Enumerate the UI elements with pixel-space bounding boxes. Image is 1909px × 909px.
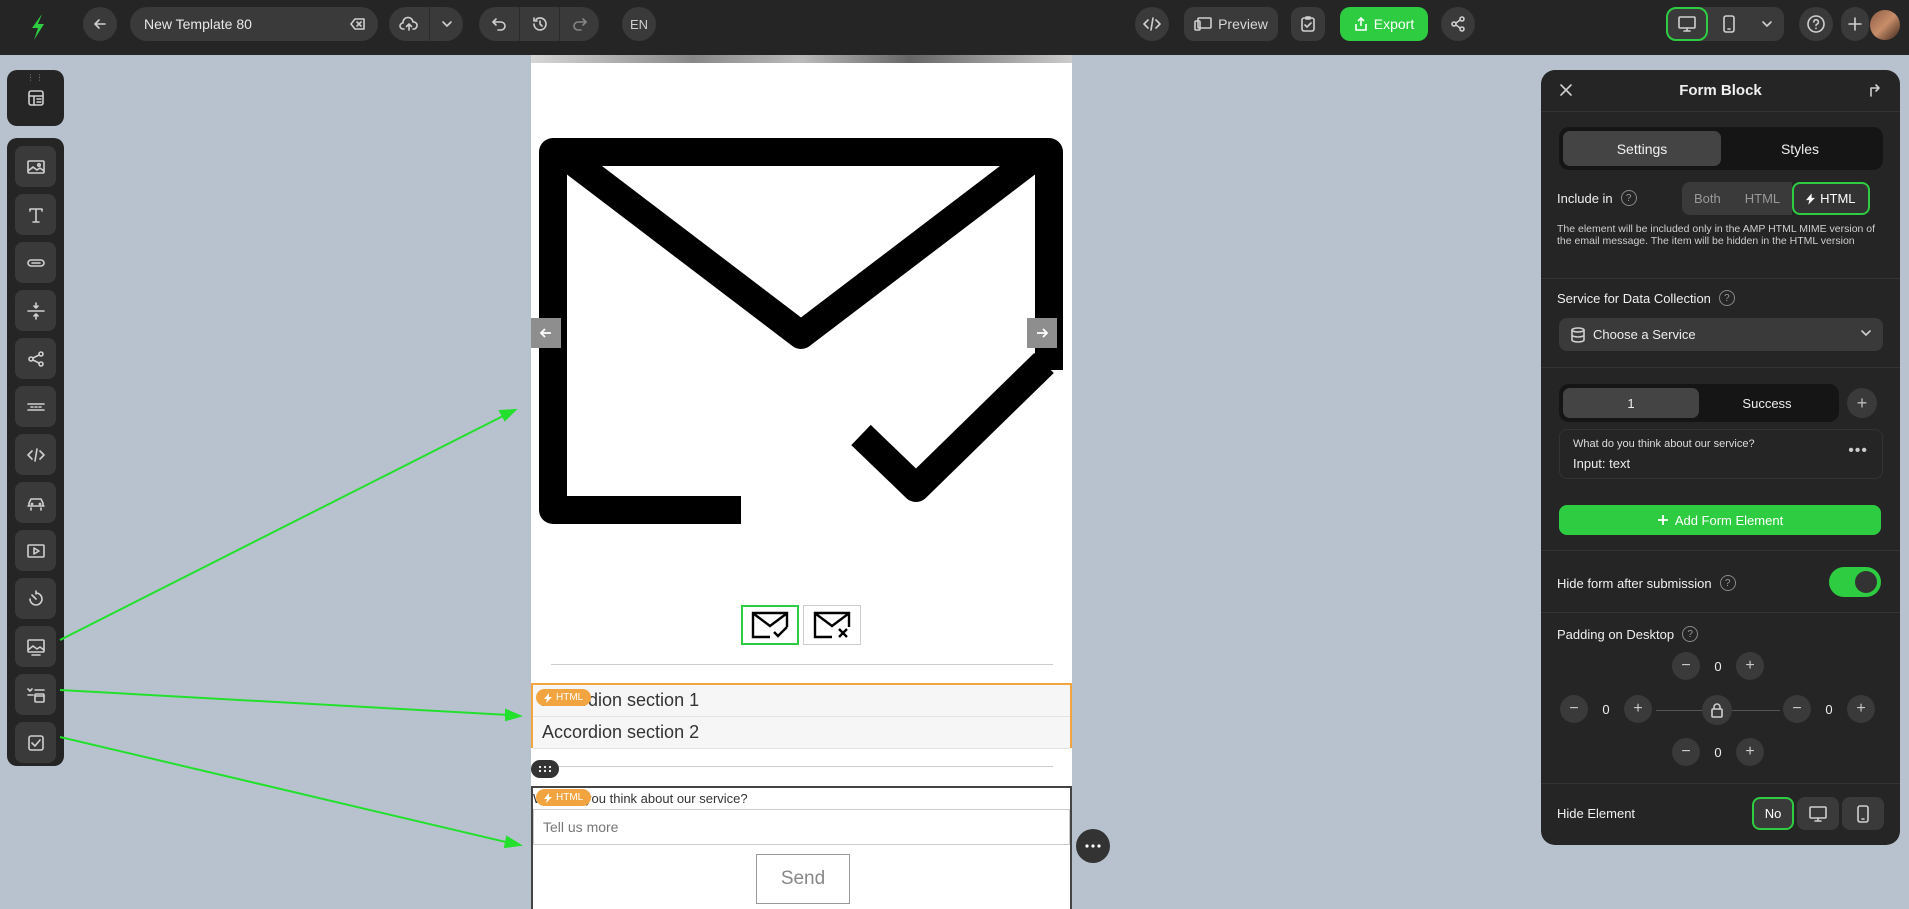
hide-no-option[interactable]: No: [1752, 797, 1794, 830]
tab-settings[interactable]: Settings: [1563, 131, 1721, 166]
lock-line: [1732, 710, 1780, 711]
decrement-button[interactable]: −: [1672, 738, 1700, 766]
tab-styles[interactable]: Styles: [1721, 131, 1879, 166]
hide-element-selector: No: [1752, 797, 1884, 830]
include-html-option[interactable]: HTML: [1732, 182, 1793, 215]
service-placeholder: Choose a Service: [1593, 327, 1696, 342]
panel-header: Form Block: [1541, 70, 1900, 112]
add-step-button[interactable]: +: [1847, 388, 1877, 418]
divider: [1541, 550, 1900, 551]
decrement-button[interactable]: −: [1783, 695, 1811, 723]
plus-icon: [1657, 515, 1668, 525]
padding-right-stepper: − 0 +: [1783, 695, 1875, 723]
padding-top-stepper: − 0 +: [1672, 652, 1764, 680]
padding-row: Padding on Desktop ?: [1557, 626, 1699, 642]
include-in-selector: Both HTML HTML: [1682, 182, 1870, 215]
hide-after-submission-toggle[interactable]: [1829, 567, 1881, 597]
padding-top-value[interactable]: 0: [1700, 659, 1736, 674]
include-both-option[interactable]: Both: [1682, 182, 1733, 215]
tab-label: Settings: [1616, 140, 1668, 157]
form-element-type: Input: text: [1573, 456, 1631, 471]
add-form-element-button[interactable]: Add Form Element: [1559, 505, 1881, 535]
tab-label: Styles: [1780, 140, 1820, 157]
lock-line: [1656, 710, 1702, 711]
service-label: Service for Data Collection: [1557, 290, 1711, 306]
padding-lock-button[interactable]: [1702, 695, 1732, 725]
option-label: HTML: [1744, 191, 1781, 206]
divider: [1541, 367, 1900, 368]
settings-panel: Form Block Settings Styles Include in ? …: [1541, 70, 1900, 845]
step-label: 1: [1627, 395, 1635, 411]
decrement-button[interactable]: −: [1560, 695, 1588, 723]
increment-button[interactable]: +: [1736, 738, 1764, 766]
panel-tabs: Settings Styles: [1559, 127, 1883, 170]
step-tab-1[interactable]: 1: [1563, 388, 1699, 418]
padding-bottom-value[interactable]: 0: [1700, 745, 1736, 760]
help-icon[interactable]: ?: [1620, 190, 1637, 206]
toggle-knob: [1855, 571, 1877, 593]
include-in-label: Include in: [1557, 190, 1613, 206]
lightning-icon: [1806, 192, 1816, 205]
divider: [1541, 612, 1900, 613]
help-icon[interactable]: ?: [1719, 575, 1736, 591]
increment-button[interactable]: +: [1736, 652, 1764, 680]
include-note: The element will be included only in the…: [1557, 223, 1876, 247]
hide-desktop-option[interactable]: [1797, 797, 1839, 830]
chevron-down-icon: [1861, 330, 1871, 336]
decrement-button[interactable]: −: [1672, 652, 1700, 680]
option-label: Both: [1694, 191, 1721, 206]
divider: [1541, 783, 1900, 784]
option-label: No: [1764, 806, 1782, 821]
panel-title: Form Block: [1679, 82, 1762, 99]
help-icon[interactable]: ?: [1718, 290, 1735, 306]
include-amp-option[interactable]: HTML: [1792, 182, 1870, 215]
close-icon[interactable]: [1559, 83, 1573, 97]
hide-mobile-option[interactable]: [1842, 797, 1884, 830]
service-select[interactable]: Choose a Service: [1559, 318, 1883, 351]
form-element-question: What do you think about our service?: [1573, 438, 1755, 450]
hide-after-submission-row: Hide form after submission ?: [1557, 575, 1736, 591]
help-icon[interactable]: ?: [1682, 626, 1699, 642]
padding-left-stepper: − 0 +: [1560, 695, 1652, 723]
padding-left-value[interactable]: 0: [1588, 702, 1624, 717]
mobile-icon: [1857, 804, 1869, 823]
more-options-icon[interactable]: •••: [1848, 442, 1868, 460]
database-icon: [1571, 326, 1585, 343]
padding-right-value[interactable]: 0: [1811, 702, 1847, 717]
undock-icon[interactable]: [1868, 83, 1882, 97]
form-steps: 1 Success: [1559, 384, 1839, 422]
step-tab-success[interactable]: Success: [1699, 388, 1835, 418]
increment-button[interactable]: +: [1624, 695, 1652, 723]
form-element-card[interactable]: What do you think about our service? Inp…: [1559, 429, 1883, 479]
desktop-icon: [1809, 805, 1827, 822]
option-label: HTML: [1820, 191, 1856, 206]
hide-after-submission-label: Hide form after submission: [1557, 575, 1712, 591]
add-form-element-label: Add Form Element: [1674, 512, 1784, 528]
lock-icon: [1711, 703, 1723, 718]
hide-element-label: Hide Element: [1557, 806, 1636, 821]
increment-button[interactable]: +: [1847, 695, 1875, 723]
padding-bottom-stepper: − 0 +: [1672, 738, 1764, 766]
divider: [1541, 278, 1900, 279]
include-in-row: Include in ?: [1557, 190, 1637, 206]
service-row: Service for Data Collection ?: [1557, 290, 1735, 306]
step-label: Success: [1742, 395, 1792, 411]
padding-label: Padding on Desktop: [1557, 626, 1675, 642]
